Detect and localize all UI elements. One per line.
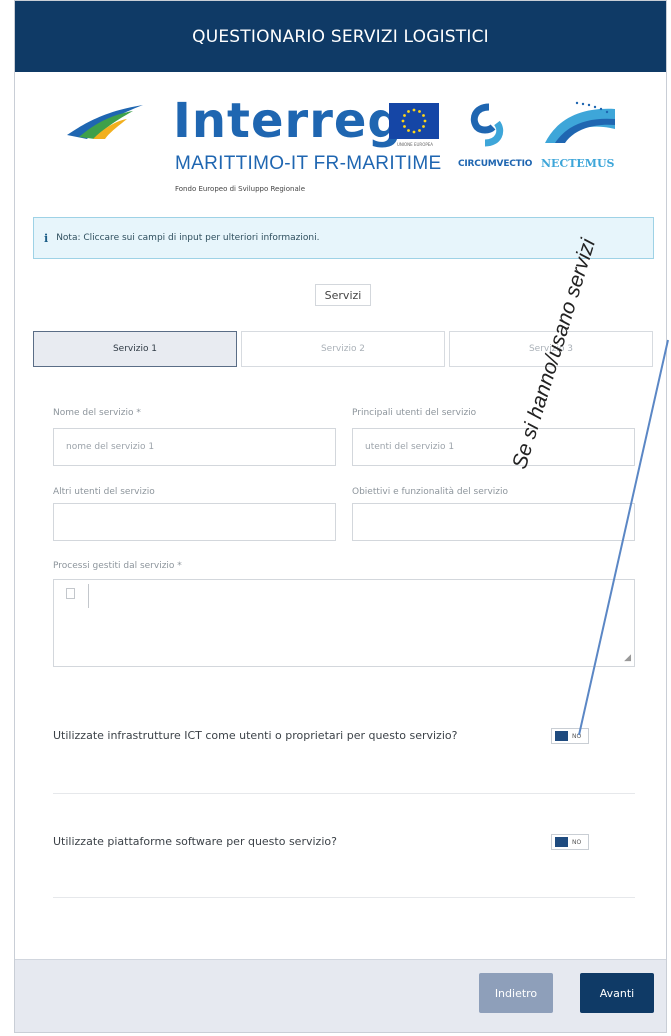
toggle-knob [555,837,568,847]
other-users-label: Altri utenti del servizio [53,487,155,497]
other-users-input[interactable] [53,503,336,541]
page-header: QUESTIONARIO SERVIZI LOGISTICI [15,1,666,72]
maritime-logo-text: MARITTIMO-IT FR-MARITIME [175,153,442,174]
service-name-input[interactable]: nome del servizio 1 [53,428,336,466]
circumvectio-logo-text: CIRCUMVECTIO [458,159,533,169]
processes-textarea[interactable]: ◢ [53,579,635,667]
next-button[interactable]: Avanti [580,973,654,1013]
page-title: QUESTIONARIO SERVIZI LOGISTICI [192,26,489,47]
toggle-ict-infrastructure[interactable]: NO [551,728,589,744]
divider [53,897,635,898]
tab-servizio-1[interactable]: Servizio 1 [33,331,237,367]
eu-flag-icon [389,103,439,139]
circumvectio-logo-icon [470,103,504,147]
fund-caption: Fondo Europeo di Sviluppo Regionale [175,185,305,193]
toggle-label: NO [572,838,582,846]
service-name-label: Nome del servizio * [53,408,141,418]
section-label-services: Servizi [315,284,371,306]
back-button[interactable]: Indietro [479,973,553,1013]
service-users-label: Principali utenti del servizio [352,408,477,418]
resize-handle-icon[interactable]: ◢ [624,654,631,663]
toggle-software-platforms[interactable]: NO [551,834,589,850]
question-software-platforms: Utilizzate piattaforme software per ques… [53,835,337,848]
processes-label: Processi gestiti dal servizio * [53,561,182,571]
interreg-swoosh-icon [67,105,143,139]
objectives-label: Obiettivi e funzionalità del servizio [352,487,509,497]
eu-caption: UNIONE EUROPEA [396,142,434,147]
info-icon: i [44,231,49,245]
service-users-input[interactable]: utenti del servizio 1 [352,428,635,466]
toggle-knob [555,731,568,741]
info-note-text: Nota: Cliccare sui campi di input per ul… [56,233,320,243]
question-ict-infrastructure: Utilizzate infrastrutture ICT come utent… [53,729,458,742]
objectives-input[interactable] [352,503,635,541]
text-cursor [88,584,89,608]
info-note: i Nota: Cliccare sui campi di input per … [33,217,654,259]
questionnaire-window: QUESTIONARIO SERVIZI LOGISTICI Interreg … [14,0,667,1033]
interreg-logo-text: Interreg [173,93,403,149]
tab-servizio-2[interactable]: Servizio 2 [241,331,445,367]
form-footer: Indietro Avanti [15,959,666,1032]
logo-banner: Interreg UNIONE EUROPEA MARITTIMO-IT FR-… [65,93,625,203]
toggle-label: NO [572,732,582,740]
divider [53,793,635,794]
nectemus-logo-text: NECTEMUS [541,157,615,170]
document-icon [66,588,75,599]
nectemus-logo-icon [545,101,615,143]
